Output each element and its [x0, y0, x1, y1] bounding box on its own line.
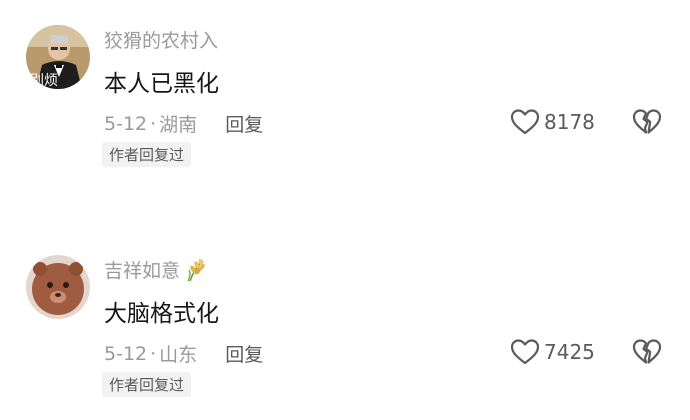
dislike-button[interactable]	[632, 108, 662, 140]
like-button[interactable]: 8178	[510, 108, 595, 136]
heart-outline-icon	[510, 109, 540, 135]
comment-item: 吉祥如意 大脑格式化 5-12 · 山东 回复 7425 作者回复过	[0, 250, 690, 420]
heart-outline-icon	[510, 339, 540, 365]
comment-meta: 5-12 · 山东 回复	[104, 340, 263, 367]
username-text[interactable]: 吉祥如意	[104, 256, 180, 283]
avatar[interactable]: 别烦	[26, 25, 90, 89]
comment-date: 5-12	[104, 342, 148, 365]
reply-button[interactable]: 回复	[225, 110, 263, 137]
reply-button[interactable]: 回复	[225, 340, 263, 367]
meta-separator: ·	[150, 112, 157, 135]
comment-text: 大脑格式化	[104, 301, 219, 327]
broken-heart-icon	[632, 339, 662, 364]
avatar-image: 别烦	[26, 25, 90, 89]
comment-item: 别烦 狡猾的农村入 本人已黑化 5-12 · 湖南 回复 8178 作者回复过	[0, 20, 690, 190]
author-replied-badge: 作者回复过	[102, 372, 192, 397]
like-button[interactable]: 7425	[510, 338, 595, 366]
avatar-image	[26, 255, 90, 319]
author-replied-badge: 作者回复过	[102, 142, 192, 167]
comment-text: 本人已黑化	[104, 71, 219, 97]
comment-date: 5-12	[104, 112, 148, 135]
comment-location: 山东	[159, 344, 198, 366]
username-text[interactable]: 狡猾的农村入	[104, 26, 218, 53]
avatar[interactable]	[26, 255, 90, 319]
like-count: 7425	[544, 340, 595, 364]
username[interactable]: 吉祥如意	[104, 256, 210, 283]
wheat-icon	[184, 258, 210, 282]
like-count: 8178	[544, 110, 595, 134]
comment-location: 湖南	[159, 114, 198, 136]
meta-separator: ·	[150, 342, 157, 365]
avatar-text: 别烦	[30, 73, 58, 89]
dislike-button[interactable]	[632, 338, 662, 370]
broken-heart-icon	[632, 109, 662, 134]
comment-meta: 5-12 · 湖南 回复	[104, 110, 263, 137]
username[interactable]: 狡猾的农村入	[104, 26, 218, 53]
